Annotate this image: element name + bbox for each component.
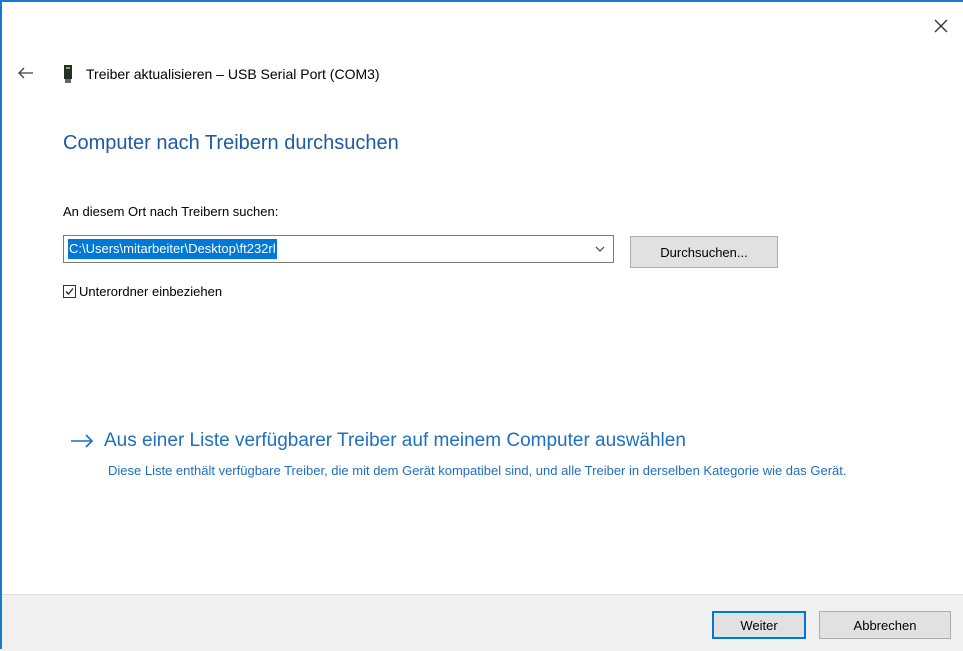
chevron-down-icon[interactable] [591, 240, 609, 258]
usb-device-icon [64, 65, 72, 83]
include-subfolders-option[interactable]: Unterordner einbeziehen [63, 284, 222, 299]
cancel-button[interactable]: Abbrechen [819, 611, 951, 639]
dialog-title: Treiber aktualisieren – USB Serial Port … [86, 66, 380, 82]
close-icon[interactable] [929, 14, 953, 38]
search-location-label: An diesem Ort nach Treibern suchen: [63, 204, 279, 219]
browse-button[interactable]: Durchsuchen... [630, 236, 778, 268]
update-driver-dialog: Treiber aktualisieren – USB Serial Port … [0, 0, 963, 651]
driver-path-combobox[interactable]: C:\Users\mitarbeiter\Desktop\ft232rl [63, 235, 614, 263]
checkmark-icon [65, 288, 74, 295]
page-heading: Computer nach Treibern durchsuchen [63, 132, 399, 154]
next-button[interactable]: Weiter [712, 611, 806, 639]
path-dropdown-button[interactable] [591, 240, 609, 258]
back-arrow-icon[interactable] [16, 63, 36, 83]
pick-from-list-label[interactable]: Aus einer Liste verfügbarer Treiber auf … [104, 430, 686, 452]
include-subfolders-checkbox[interactable] [63, 285, 76, 298]
dialog-footer: Weiter Abbrechen [2, 594, 963, 651]
driver-path-value[interactable]: C:\Users\mitarbeiter\Desktop\ft232rl [68, 239, 277, 259]
dialog-title-row: Treiber aktualisieren – USB Serial Port … [64, 62, 380, 86]
close-button[interactable] [929, 14, 953, 38]
pick-from-list-description: Diese Liste enthält verfügbare Treiber, … [108, 463, 847, 478]
include-subfolders-label[interactable]: Unterordner einbeziehen [79, 284, 222, 299]
arrow-right-icon[interactable] [68, 431, 96, 451]
back-button[interactable] [16, 63, 36, 83]
pick-from-list-link[interactable]: Aus einer Liste verfügbarer Treiber auf … [68, 430, 686, 452]
